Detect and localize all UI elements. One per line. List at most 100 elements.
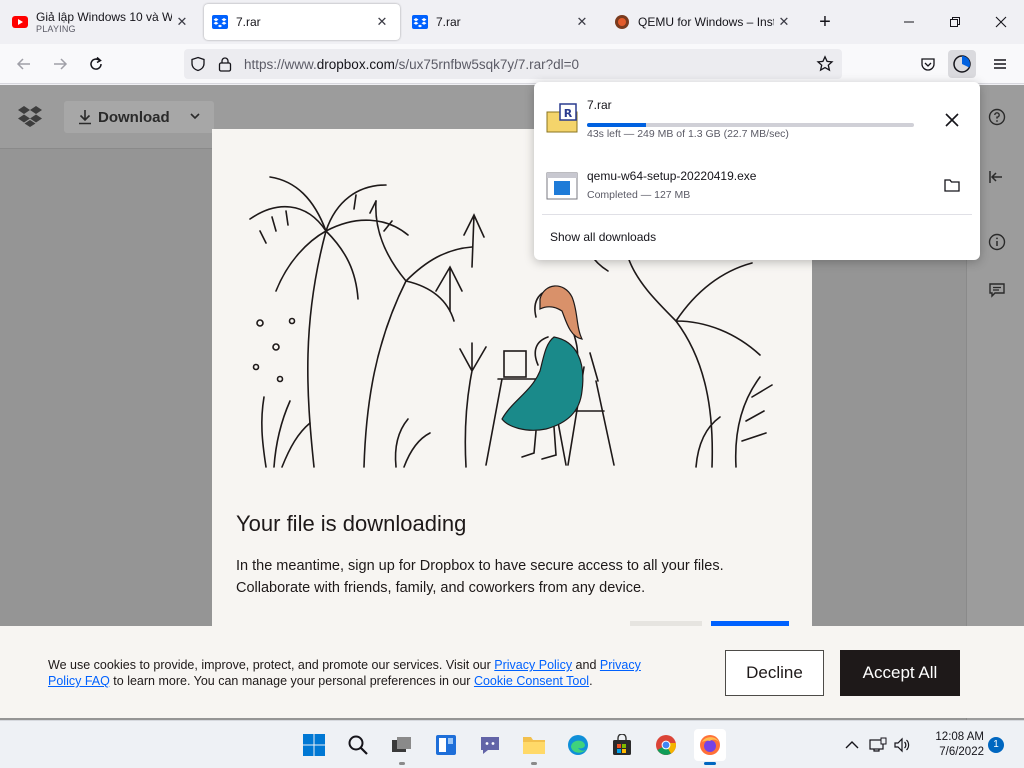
widgets-button[interactable] (430, 729, 462, 761)
task-view-icon (392, 737, 411, 752)
app-menu-button[interactable] (986, 50, 1014, 78)
youtube-icon (12, 14, 28, 30)
hamburger-menu-icon (994, 59, 1006, 69)
download-status: Completed — 127 MB (587, 189, 691, 201)
reload-button[interactable] (82, 50, 110, 78)
download-button[interactable]: Download (64, 101, 214, 133)
firefox-icon (700, 735, 720, 755)
show-in-folder-button[interactable] (937, 170, 967, 200)
tab-playing-label: PLAYING (36, 24, 76, 34)
cookie-banner: We use cookies to provide, improve, prot… (0, 626, 1024, 718)
url-bar[interactable]: https://www.dropbox.com/s/ux75rnfbw5sqk7… (184, 49, 842, 79)
show-all-downloads-link[interactable]: Show all downloads (550, 230, 656, 244)
edge-button[interactable] (562, 729, 594, 761)
arrow-right-icon (54, 58, 68, 70)
bookmark-star-icon[interactable] (816, 55, 834, 73)
tab-qemu[interactable]: QEMU for Windows – Installers ✕ (606, 4, 802, 40)
close-icon[interactable]: ✕ (572, 12, 592, 32)
clock-date: 7/6/2022 (939, 746, 984, 758)
comment-icon[interactable] (987, 280, 1007, 300)
windows-logo-icon (303, 734, 325, 756)
close-icon (945, 113, 959, 127)
close-icon[interactable]: ✕ (774, 12, 794, 32)
qemu-icon (614, 14, 630, 30)
show-hidden-icons-button[interactable] (842, 735, 862, 755)
help-icon[interactable] (987, 107, 1007, 127)
restore-icon (950, 17, 960, 27)
modal-title: Your file is downloading (236, 511, 467, 536)
close-icon[interactable]: ✕ (372, 12, 392, 32)
windows-taskbar: 12:08 AM 7/6/2022 1 (0, 720, 1024, 768)
close-icon[interactable]: ✕ (172, 12, 192, 32)
dropbox-icon (412, 14, 428, 30)
file-explorer-button[interactable] (518, 729, 550, 765)
search-icon (348, 735, 368, 755)
new-tab-button[interactable]: + (814, 12, 836, 34)
download-button-label: Download (98, 108, 170, 126)
minimize-button[interactable] (886, 8, 932, 36)
notification-count-badge[interactable]: 1 (988, 737, 1004, 753)
rar-file-icon: R (546, 103, 578, 133)
teams-chat-button[interactable] (474, 729, 506, 761)
start-button[interactable] (298, 729, 330, 761)
tab-title: Giả lập Windows 10 và Windows 11 (36, 10, 172, 24)
download-progress-icon (953, 55, 971, 73)
search-button[interactable] (342, 729, 374, 761)
clock-time: 12:08 AM (935, 731, 984, 743)
downloads-button[interactable] (948, 50, 976, 78)
restore-button[interactable] (932, 8, 978, 36)
close-icon (995, 16, 1007, 28)
download-filename: qemu-w64-setup-20220419.exe (587, 169, 757, 183)
tracking-shield-icon[interactable] (190, 56, 206, 72)
edge-icon (568, 735, 588, 755)
minimize-icon (904, 21, 914, 23)
tab-title: 7.rar (436, 15, 461, 29)
download-filename: 7.rar (587, 98, 612, 112)
widgets-icon (436, 735, 456, 755)
privacy-policy-link[interactable]: Privacy Policy (494, 658, 572, 672)
folder-icon (523, 737, 545, 754)
task-view-button[interactable] (386, 729, 418, 765)
store-icon (613, 734, 631, 755)
tab-youtube[interactable]: Giả lập Windows 10 và Windows 11 PLAYING… (4, 4, 200, 40)
firefox-button[interactable] (694, 729, 726, 765)
arrow-left-icon (16, 58, 30, 70)
lock-icon[interactable] (218, 56, 232, 72)
download-status: 43s left — 249 MB of 1.3 GB (22.7 MB/sec… (587, 128, 789, 140)
tab-strip: Giả lập Windows 10 và Windows 11 PLAYING… (0, 0, 1024, 44)
cancel-download-button[interactable] (937, 105, 967, 135)
url-text[interactable]: https://www.dropbox.com/s/ux75rnfbw5sqk7… (244, 57, 579, 72)
download-progress-fill (587, 123, 646, 127)
volume-button[interactable] (892, 735, 912, 755)
info-icon[interactable] (987, 232, 1007, 252)
download-icon (79, 110, 91, 125)
chat-icon (481, 737, 499, 754)
svg-text:R: R (564, 107, 573, 120)
cookie-consent-tool-link[interactable]: Cookie Consent Tool (474, 674, 589, 688)
tab-dropbox-active[interactable]: 7.rar ✕ (204, 4, 400, 40)
modal-body-text: In the meantime, sign up for Dropbox to … (236, 558, 724, 596)
network-button[interactable] (868, 735, 888, 755)
panel-divider (542, 214, 972, 215)
download-item[interactable]: R 7.rar 43s left — 249 MB of 1.3 GB (22.… (534, 88, 980, 152)
clock[interactable]: 12:08 AM 7/6/2022 (920, 730, 984, 760)
forward-button[interactable] (46, 50, 74, 78)
speaker-icon (894, 737, 910, 753)
chevron-up-icon (845, 741, 859, 749)
chevron-down-icon[interactable] (188, 109, 202, 123)
collapse-panel-icon[interactable] (987, 167, 1007, 187)
dropbox-icon (212, 14, 228, 30)
reload-icon (90, 56, 102, 70)
tab-dropbox[interactable]: 7.rar ✕ (404, 4, 600, 40)
chrome-button[interactable] (650, 729, 682, 761)
download-item[interactable]: qemu-w64-setup-20220419.exe Completed — … (534, 154, 980, 218)
dropbox-logo-icon[interactable] (18, 105, 42, 132)
accept-all-button[interactable]: Accept All (840, 650, 960, 696)
back-button[interactable] (10, 50, 38, 78)
store-button[interactable] (606, 729, 638, 761)
downloads-panel: R 7.rar 43s left — 249 MB of 1.3 GB (22.… (534, 82, 980, 260)
close-window-button[interactable] (978, 8, 1024, 36)
decline-button[interactable]: Decline (725, 650, 824, 696)
pocket-button[interactable] (914, 50, 942, 78)
chrome-icon (656, 735, 676, 755)
